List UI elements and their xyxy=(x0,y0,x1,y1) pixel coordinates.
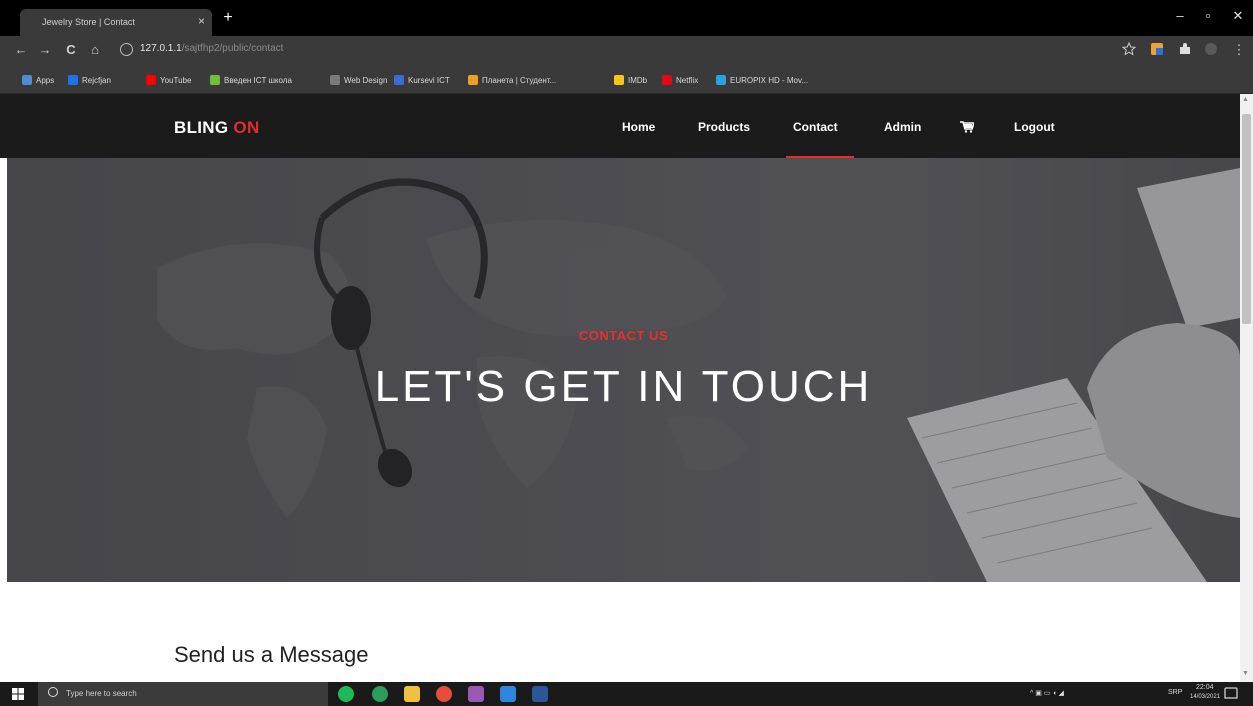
chrome-icon[interactable] xyxy=(436,686,452,702)
web-page: BLING ON Home Products Contact Admin Log… xyxy=(0,94,1240,682)
bookmark-label: Kursevi ICT xyxy=(408,75,450,85)
bookmark-label: Apps xyxy=(36,75,55,85)
bookmark-item[interactable]: Netflix xyxy=(662,73,698,87)
maximize-icon[interactable]: ▫ xyxy=(1200,8,1216,23)
bookmark-label: Rejcfjan xyxy=(82,75,111,85)
hero-banner: CONTACT US LET'S GET IN TOUCH xyxy=(7,158,1240,582)
scroll-up-icon[interactable]: ▲ xyxy=(1242,96,1249,103)
bookmark-item[interactable]: IMDb xyxy=(614,73,647,87)
tab-close-icon[interactable]: × xyxy=(198,14,205,28)
spotify-icon[interactable] xyxy=(338,686,354,702)
site-info-icon[interactable] xyxy=(120,43,133,56)
bookmark-item[interactable]: Планета | Студент... xyxy=(468,73,556,87)
forward-icon[interactable]: → xyxy=(38,42,52,57)
bookmarks-bar: Apps Rejcfjan YouTube Введен ICT школа Web D… xyxy=(0,64,1253,94)
bookmark-favicon-icon xyxy=(22,75,32,85)
browser-tab[interactable]: Jewelry Store | Contact × xyxy=(20,9,212,36)
browser-tab-strip: Jewelry Store | Contact × + – ▫ ✕ xyxy=(0,0,1253,36)
back-icon[interactable]: ← xyxy=(14,42,28,57)
bookmark-favicon-icon xyxy=(330,75,340,85)
profile-icon[interactable] xyxy=(1204,42,1218,56)
home-icon[interactable]: ⌂ xyxy=(88,42,102,57)
hero-subtitle: CONTACT US xyxy=(578,328,669,343)
page-scrollbar[interactable]: ▲ ▼ xyxy=(1240,94,1253,682)
tab-title: Jewelry Store | Contact xyxy=(42,17,135,27)
nav-products[interactable]: Products xyxy=(698,120,750,134)
minimize-icon[interactable]: – xyxy=(1172,8,1188,23)
site-logo[interactable]: BLING ON xyxy=(174,118,260,138)
word-icon[interactable] xyxy=(532,686,548,702)
bookmark-favicon-icon xyxy=(716,75,726,85)
bookmark-label: Планета | Студент... xyxy=(482,75,557,85)
nav-logout[interactable]: Logout xyxy=(1014,120,1055,134)
windows-start-icon[interactable] xyxy=(12,688,24,700)
bookmark-item[interactable]: Apps xyxy=(22,73,54,87)
site-navbar: BLING ON Home Products Contact Admin Log… xyxy=(0,94,1240,158)
bookmark-favicon-icon xyxy=(68,75,78,85)
scroll-down-icon[interactable]: ▼ xyxy=(1242,670,1249,677)
browser-toolbar: ← → C ⌂ 127.0.1.1/sajtfhp2/public/contac… xyxy=(0,36,1253,64)
bookmark-label: IMDb xyxy=(628,75,648,85)
bookmark-favicon-icon xyxy=(146,75,156,85)
app-icon[interactable] xyxy=(372,686,388,702)
nav-home[interactable]: Home xyxy=(622,120,655,134)
app-icon-2[interactable] xyxy=(468,686,484,702)
hero-title: LET'S GET IN TOUCH xyxy=(374,362,873,411)
menu-icon[interactable]: ⋮ xyxy=(1232,42,1246,58)
windows-taskbar: Type here to search ^ ▣ ▭ ◖ ◢ SRP 22:04 … xyxy=(0,682,1253,706)
bookmark-item[interactable]: Kursevi ICT xyxy=(394,73,450,87)
reload-icon[interactable]: C xyxy=(64,42,78,57)
bookmark-item[interactable]: EUROPIX HD - Mov... xyxy=(716,73,808,87)
new-tab-icon[interactable]: + xyxy=(220,10,236,26)
bookmark-favicon-icon xyxy=(468,75,478,85)
nav-admin[interactable]: Admin xyxy=(884,120,921,134)
bookmark-item[interactable]: Rejcfjan xyxy=(68,73,111,87)
bookmark-item[interactable]: Web Design xyxy=(330,73,387,87)
bookmark-label: Netflix xyxy=(676,75,699,85)
url-text: 127.0.1.1/sajtfhp2/public/contact xyxy=(140,43,284,54)
extension-icon[interactable] xyxy=(1150,42,1164,56)
nav-contact[interactable]: Contact xyxy=(793,120,838,134)
taskbar-search[interactable]: Type here to search xyxy=(38,682,328,706)
address-bar[interactable]: 127.0.1.1/sajtfhp2/public/contact xyxy=(120,40,1120,60)
notification-icon[interactable] xyxy=(1224,687,1238,701)
section-title: Send us a Message xyxy=(174,642,369,667)
tray-date[interactable]: 14/03/2021 xyxy=(1190,694,1220,700)
scrollbar-thumb[interactable] xyxy=(1242,114,1251,324)
bookmark-favicon-icon xyxy=(614,75,624,85)
bookmark-favicon-icon xyxy=(210,75,220,85)
file-explorer-icon[interactable] xyxy=(404,686,420,702)
tray-icons[interactable]: ^ ▣ ▭ ◖ ◢ xyxy=(1030,689,1064,697)
bookmark-label: EUROPIX HD - Mov... xyxy=(730,75,809,85)
bookmark-item[interactable]: Введен ICT школа xyxy=(210,73,292,87)
search-icon xyxy=(48,687,58,697)
close-window-icon[interactable]: ✕ xyxy=(1230,8,1246,24)
bookmark-item[interactable]: YouTube xyxy=(146,73,191,87)
bookmark-star-icon[interactable] xyxy=(1122,42,1136,56)
cart-icon[interactable] xyxy=(960,121,974,133)
bookmark-favicon-icon xyxy=(662,75,672,85)
tray-time[interactable]: 22:04 xyxy=(1196,684,1214,691)
bookmark-label: Web Design xyxy=(344,75,388,85)
bookmark-favicon-icon xyxy=(394,75,404,85)
bookmark-label: Введен ICT школа xyxy=(224,75,292,85)
photos-icon[interactable] xyxy=(500,686,516,702)
tray-language[interactable]: SRP xyxy=(1168,689,1182,696)
bookmark-label: YouTube xyxy=(160,75,192,85)
puzzle-icon[interactable] xyxy=(1178,42,1192,56)
